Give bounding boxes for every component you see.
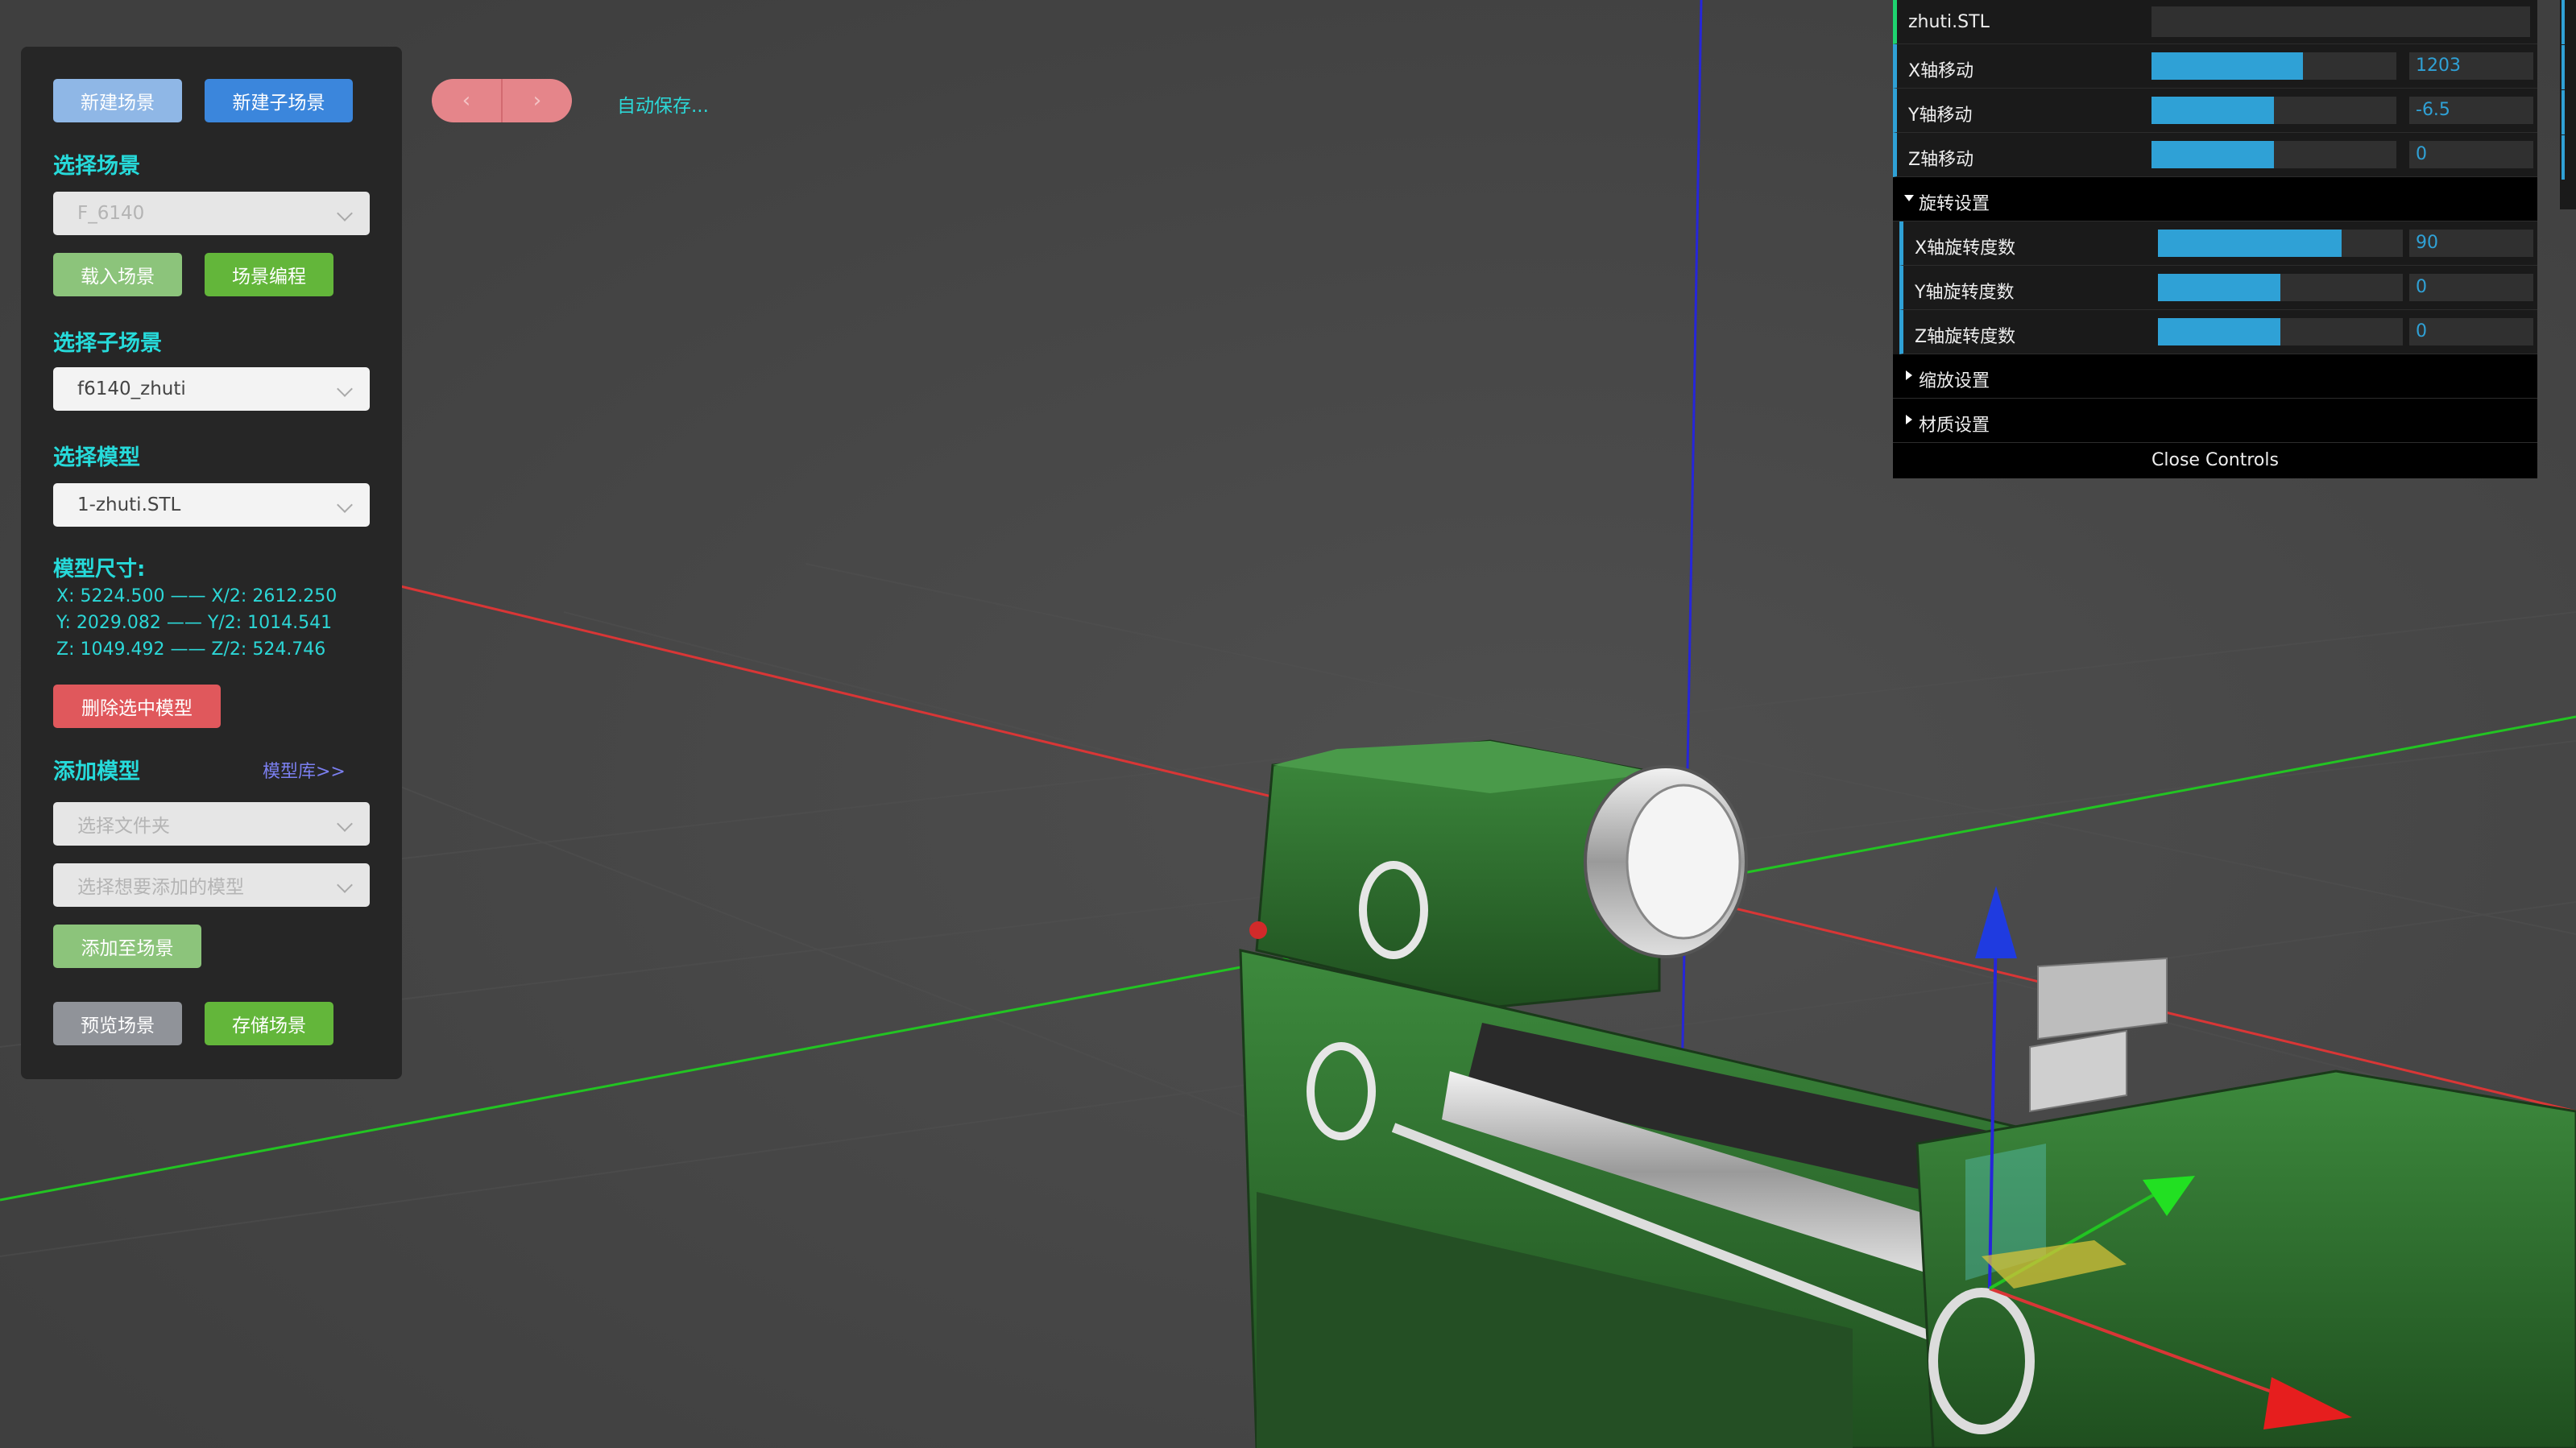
y-move-slider[interactable] (2151, 97, 2396, 124)
model-size-x: X: 5224.500 —— X/2: 2612.250 (56, 586, 338, 606)
rotation-folder-label: 旋转设置 (1919, 194, 1990, 214)
y-move-input[interactable]: -6.5 (2409, 97, 2533, 124)
y-rotate-input[interactable]: 0 (2409, 274, 2533, 301)
x-rotate-slider[interactable] (2158, 230, 2403, 257)
add-model-select[interactable]: 选择想要添加的模型 (53, 863, 370, 907)
add-model-heading: 添加模型 (53, 759, 140, 784)
subscene-select[interactable]: f6140_zhuti (53, 367, 370, 411)
chevron-down-icon (337, 381, 353, 397)
z-rotate-slider-fill (2158, 318, 2280, 345)
chevron-down-icon (337, 497, 353, 513)
scene-control-panel: 新建场景 新建子场景 选择场景 F_6140 载入场景 场景编程 选择子场景 f… (21, 47, 402, 1079)
autosave-status: 自动保存... (617, 96, 709, 117)
model-select-value: 1-zhuti.STL (77, 494, 181, 515)
transform-controls-panel: zhuti.STL X轴移动 1203 Y轴移动 -6.5 Z轴移动 0 旋转设… (1893, 0, 2537, 478)
z-move-row: Z轴移动 0 (1893, 133, 2537, 177)
add-model-select-placeholder: 选择想要添加的模型 (77, 877, 244, 898)
z-rotate-label: Z轴旋转度数 (1915, 327, 2016, 347)
chevron-down-icon (337, 205, 353, 221)
y-rotate-slider[interactable] (2158, 274, 2403, 301)
add-to-scene-button[interactable]: 添加至场景 (53, 925, 201, 968)
edge-row-marker (2562, 0, 2565, 44)
material-folder[interactable]: 材质设置 (1893, 399, 2537, 443)
select-model-heading: 选择模型 (53, 445, 140, 470)
z-rotate-row: Z轴旋转度数 0 (1899, 310, 2537, 354)
triangle-right-icon (1906, 370, 1912, 380)
y-move-label: Y轴移动 (1908, 105, 1973, 126)
triangle-right-icon (1906, 415, 1912, 424)
secondary-controls-panel-edge (2560, 0, 2576, 209)
y-rotate-slider-fill (2158, 274, 2280, 301)
x-rotate-row: X轴旋转度数 90 (1899, 221, 2537, 266)
select-subscene-heading: 选择子场景 (53, 331, 162, 356)
x-rotate-input[interactable]: 90 (2409, 230, 2533, 257)
folder-select[interactable]: 选择文件夹 (53, 802, 370, 846)
rotation-folder-contents: X轴旋转度数 90 Y轴旋转度数 0 Z轴旋转度数 0 (1899, 221, 2537, 354)
load-scene-button[interactable]: 载入场景 (53, 253, 182, 296)
chevron-down-icon (337, 877, 353, 893)
new-subscene-button[interactable]: 新建子场景 (205, 79, 353, 122)
model-name-row: zhuti.STL (1893, 0, 2537, 44)
chevron-right-icon[interactable]: › (503, 79, 572, 122)
scene-select[interactable]: F_6140 (53, 192, 370, 235)
save-scene-button[interactable]: 存储场景 (205, 1002, 333, 1045)
subscene-select-value: f6140_zhuti (77, 379, 186, 399)
preview-scene-button[interactable]: 预览场景 (53, 1002, 182, 1045)
x-move-label: X轴移动 (1908, 61, 1974, 81)
close-controls-button[interactable]: Close Controls (1893, 443, 2537, 478)
y-rotate-label: Y轴旋转度数 (1915, 283, 2015, 303)
edge-row-marker (2562, 135, 2565, 180)
y-rotate-row: Y轴旋转度数 0 (1899, 266, 2537, 310)
material-folder-label: 材质设置 (1919, 416, 1990, 436)
y-move-row: Y轴移动 -6.5 (1893, 89, 2537, 133)
model-select[interactable]: 1-zhuti.STL (53, 483, 370, 527)
red-button (1249, 921, 1267, 939)
chevron-left-icon[interactable]: ‹ (432, 79, 501, 122)
delete-model-button[interactable]: 删除选中模型 (53, 685, 221, 728)
edge-row-marker (2562, 90, 2565, 134)
model-size-z: Z: 1049.492 —— Z/2: 524.746 (56, 639, 326, 660)
x-move-slider[interactable] (2151, 52, 2396, 80)
chevron-down-icon (337, 816, 353, 832)
x-move-slider-fill (2151, 52, 2304, 80)
new-scene-button[interactable]: 新建场景 (53, 79, 182, 122)
model-size-heading: 模型尺寸: (53, 557, 146, 581)
x-rotate-slider-fill (2158, 230, 2342, 257)
model-name-label: zhuti.STL (1908, 12, 1990, 32)
edge-row-marker (2562, 45, 2565, 89)
z-rotate-input[interactable]: 0 (2409, 318, 2533, 345)
model-size-y: Y: 2029.082 —— Y/2: 1014.541 (56, 613, 333, 633)
model-library-link[interactable]: 模型库>> (263, 757, 346, 783)
triangle-down-icon (1904, 195, 1914, 201)
scene-programming-button[interactable]: 场景编程 (205, 253, 333, 296)
z-move-input[interactable]: 0 (2409, 141, 2533, 168)
z-move-slider[interactable] (2151, 141, 2396, 168)
z-rotate-slider[interactable] (2158, 318, 2403, 345)
select-scene-heading: 选择场景 (53, 154, 140, 179)
chuck-face (1626, 784, 1741, 940)
z-move-label: Z轴移动 (1908, 150, 1974, 170)
x-move-row: X轴移动 1203 (1893, 44, 2537, 89)
model-name-field[interactable] (2151, 6, 2530, 37)
history-nav: ‹ › (432, 79, 572, 122)
y-move-slider-fill (2151, 97, 2274, 124)
scale-folder-label: 缩放设置 (1919, 371, 1990, 391)
x-rotate-label: X轴旋转度数 (1915, 238, 2016, 259)
rotation-folder[interactable]: 旋转设置 (1893, 177, 2537, 221)
z-move-slider-fill (2151, 141, 2274, 168)
x-move-input[interactable]: 1203 (2409, 52, 2533, 80)
scene-select-value: F_6140 (77, 203, 145, 224)
folder-select-placeholder: 选择文件夹 (77, 816, 170, 837)
scale-folder[interactable]: 缩放设置 (1893, 354, 2537, 399)
